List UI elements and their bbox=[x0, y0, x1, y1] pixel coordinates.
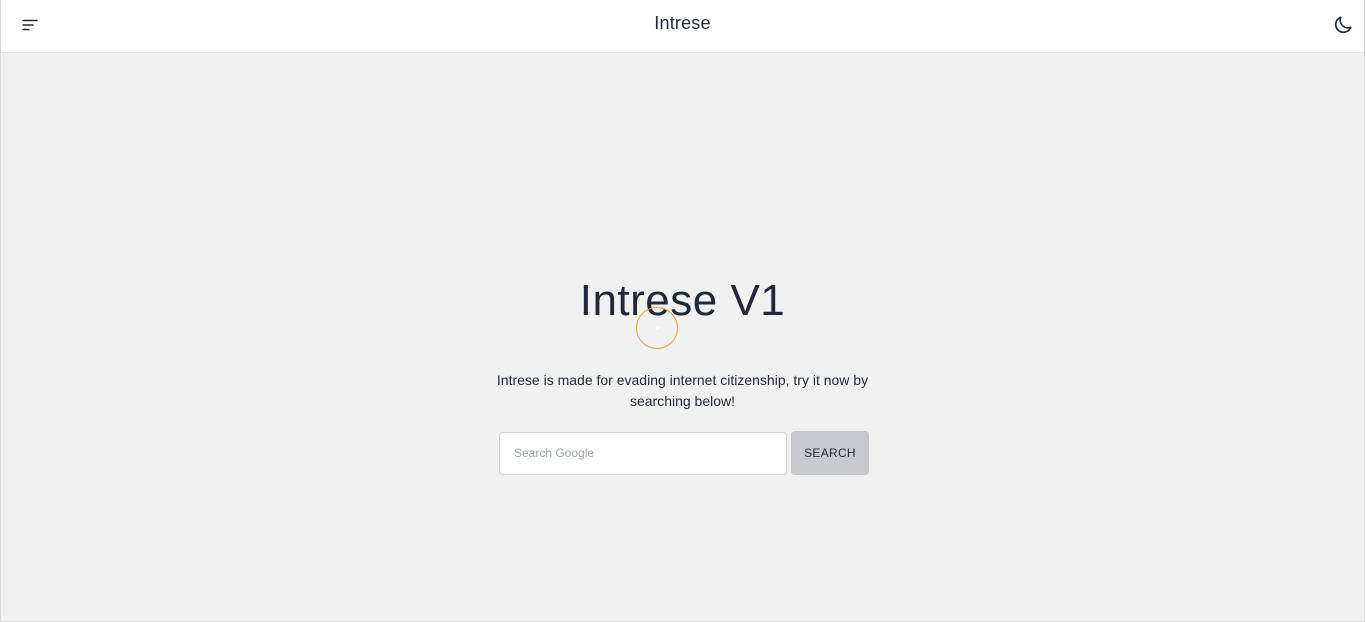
search-button[interactable]: SEARCH bbox=[791, 431, 869, 475]
search-form: SEARCH bbox=[499, 431, 869, 475]
app-window: Intrese Intrese V1 Intrese is made for e… bbox=[0, 0, 1365, 622]
hero-description: Intrese is made for evading internet cit… bbox=[496, 372, 869, 409]
app-title: Intrese bbox=[654, 13, 711, 33]
moon-icon bbox=[1334, 16, 1352, 34]
hero-section: Intrese V1 Intrese is made for evading i… bbox=[1, 276, 1364, 412]
search-input[interactable] bbox=[499, 431, 787, 475]
hero-title: Intrese V1 bbox=[579, 276, 786, 325]
top-bar: Intrese bbox=[1, 0, 1364, 53]
theme-toggle-button[interactable] bbox=[1328, 10, 1358, 40]
